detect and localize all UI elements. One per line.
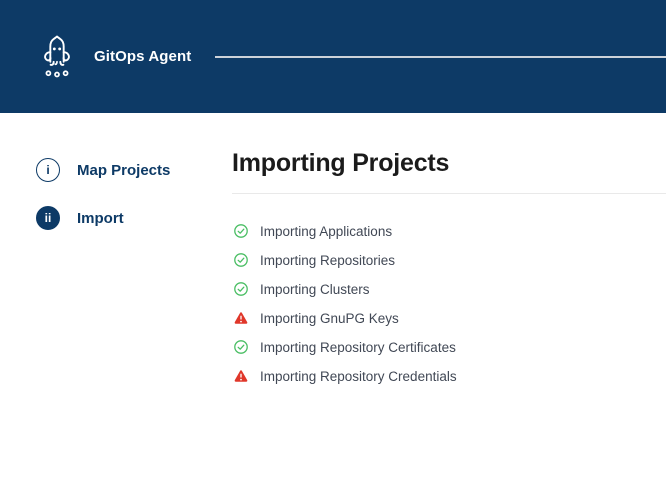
status-label: Importing GnuPG Keys [260, 311, 399, 326]
step-number-icon: ii [36, 206, 60, 230]
wizard-stepper: i Map Projects ii Import [0, 113, 232, 391]
check-circle-icon [234, 253, 248, 267]
page-body: i Map Projects ii Import Importing Proje… [0, 113, 666, 391]
status-row: Importing GnuPG Keys [232, 304, 666, 333]
app-title: GitOps Agent [94, 48, 191, 65]
check-circle-icon [234, 224, 248, 238]
check-circle-icon [234, 282, 248, 296]
warning-triangle-icon [234, 311, 248, 325]
status-label: Importing Repositories [260, 253, 395, 268]
status-row: Importing Applications [232, 217, 666, 246]
status-row: Importing Repository Certificates [232, 333, 666, 362]
step-import[interactable]: ii Import [36, 206, 232, 230]
warning-triangle-icon [234, 369, 248, 383]
status-label: Importing Repository Credentials [260, 369, 457, 384]
status-label: Importing Clusters [260, 282, 370, 297]
status-row: Importing Clusters [232, 275, 666, 304]
step-number-icon: i [36, 158, 60, 182]
check-circle-icon [234, 340, 248, 354]
status-label: Importing Repository Certificates [260, 340, 456, 355]
page-title: Importing Projects [232, 149, 666, 178]
import-status-list: Importing Applications Importing Reposit… [232, 217, 666, 391]
import-panel: Importing Projects Importing Application… [232, 113, 666, 391]
step-label: Import [77, 210, 124, 227]
title-divider-line [232, 193, 666, 194]
step-label: Map Projects [77, 162, 170, 179]
status-label: Importing Applications [260, 224, 392, 239]
step-map-projects[interactable]: i Map Projects [36, 158, 232, 182]
status-row: Importing Repositories [232, 246, 666, 275]
header-divider-line [215, 56, 666, 58]
gitops-agent-window: GitOps Agent i Map Projects ii Import Im… [0, 0, 666, 483]
status-row: Importing Repository Credentials [232, 362, 666, 391]
argo-squid-icon [36, 33, 78, 81]
app-header: GitOps Agent [0, 0, 666, 113]
